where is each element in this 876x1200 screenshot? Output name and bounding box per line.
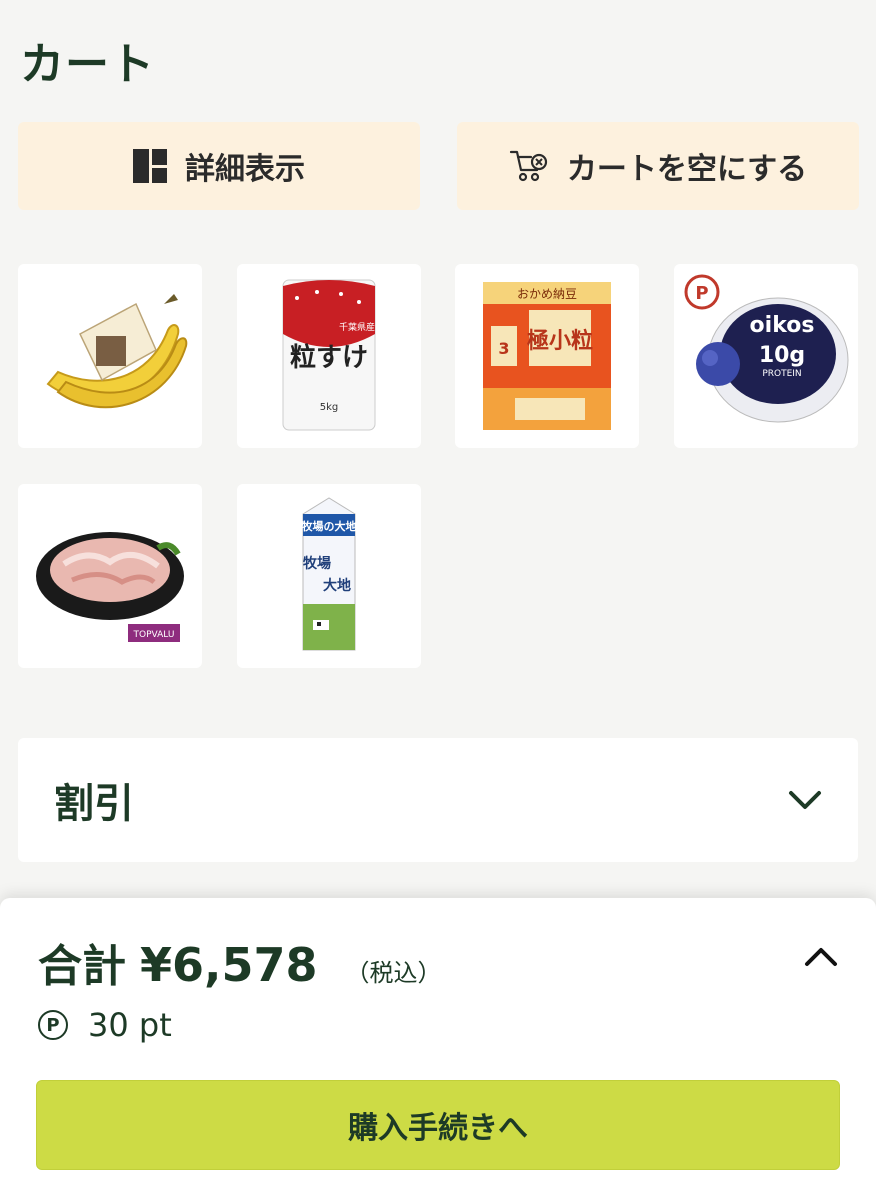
svg-text:P: P xyxy=(695,283,708,304)
cart-clear-icon xyxy=(509,150,547,182)
svg-text:PROTEIN: PROTEIN xyxy=(762,369,801,379)
cart-summary-panel: 合計 ¥6,578 （税込） P 30 pt 購入手続きへ xyxy=(0,898,876,1200)
product-tile-natto[interactable]: おかめ納豆 極小粒 3 xyxy=(455,264,639,448)
svg-text:牧場の大地: 牧場の大地 xyxy=(302,519,357,533)
milk-image: 牧場の大地 牧場 大地 xyxy=(302,497,357,651)
svg-text:3: 3 xyxy=(498,339,509,358)
svg-text:oikos: oikos xyxy=(750,313,815,338)
tax-note: （税込） xyxy=(345,959,442,987)
svg-text:粒すけ: 粒すけ xyxy=(290,342,368,373)
natto-image: おかめ納豆 極小粒 3 xyxy=(483,282,611,430)
product-tile-pork[interactable]: TOPVALU xyxy=(18,484,202,668)
cart-page: カート 詳細表示 カートを空にする 粒すけ 5kg 千葉県産 おかめ納豆 極小粒… xyxy=(0,0,876,1200)
points-icon: P xyxy=(38,1010,68,1040)
points-value: 30 pt xyxy=(88,1006,172,1044)
empty-cart-button[interactable]: カートを空にする xyxy=(457,122,859,210)
svg-text:大地: 大地 xyxy=(323,577,351,594)
product-tile-banana[interactable] xyxy=(18,264,202,448)
chevron-down-icon xyxy=(789,791,821,809)
pork-image: TOPVALU xyxy=(36,532,184,642)
total-label: 合計 xyxy=(38,941,126,992)
total-row: 合計 ¥6,578 （税込） xyxy=(38,930,442,994)
svg-text:10g: 10g xyxy=(759,343,805,368)
yogurt-image: oikos 10g PROTEIN P xyxy=(684,274,849,423)
detail-view-label: 詳細表示 xyxy=(185,152,305,187)
svg-text:牧場: 牧場 xyxy=(303,555,331,572)
page-title: カート xyxy=(20,39,155,90)
svg-text:おかめ納豆: おかめ納豆 xyxy=(517,287,577,301)
product-tile-yogurt[interactable]: oikos 10g PROTEIN P xyxy=(674,264,858,448)
checkout-button[interactable]: 購入手続きへ xyxy=(36,1080,840,1170)
discount-accordion[interactable]: 割引 xyxy=(18,738,858,862)
detail-view-icon xyxy=(133,149,167,183)
svg-text:TOPVALU: TOPVALU xyxy=(133,630,175,640)
chevron-up-icon[interactable] xyxy=(804,946,838,968)
checkout-label: 購入手続きへ xyxy=(348,1111,528,1146)
banana-image xyxy=(46,294,188,409)
svg-text:千葉県産: 千葉県産 xyxy=(339,321,375,333)
discount-label: 割引 xyxy=(54,781,134,827)
total-amount: ¥6,578 xyxy=(140,938,318,992)
rice-image: 粒すけ 5kg 千葉県産 xyxy=(282,279,376,431)
product-tile-milk[interactable]: 牧場の大地 牧場 大地 xyxy=(237,484,421,668)
detail-view-button[interactable]: 詳細表示 xyxy=(18,122,420,210)
empty-cart-label: カートを空にする xyxy=(566,152,808,187)
points-row: P 30 pt xyxy=(38,1006,172,1044)
svg-text:5kg: 5kg xyxy=(320,402,339,413)
svg-text:極小粒: 極小粒 xyxy=(527,328,593,354)
product-tile-rice[interactable]: 粒すけ 5kg 千葉県産 xyxy=(237,264,421,448)
